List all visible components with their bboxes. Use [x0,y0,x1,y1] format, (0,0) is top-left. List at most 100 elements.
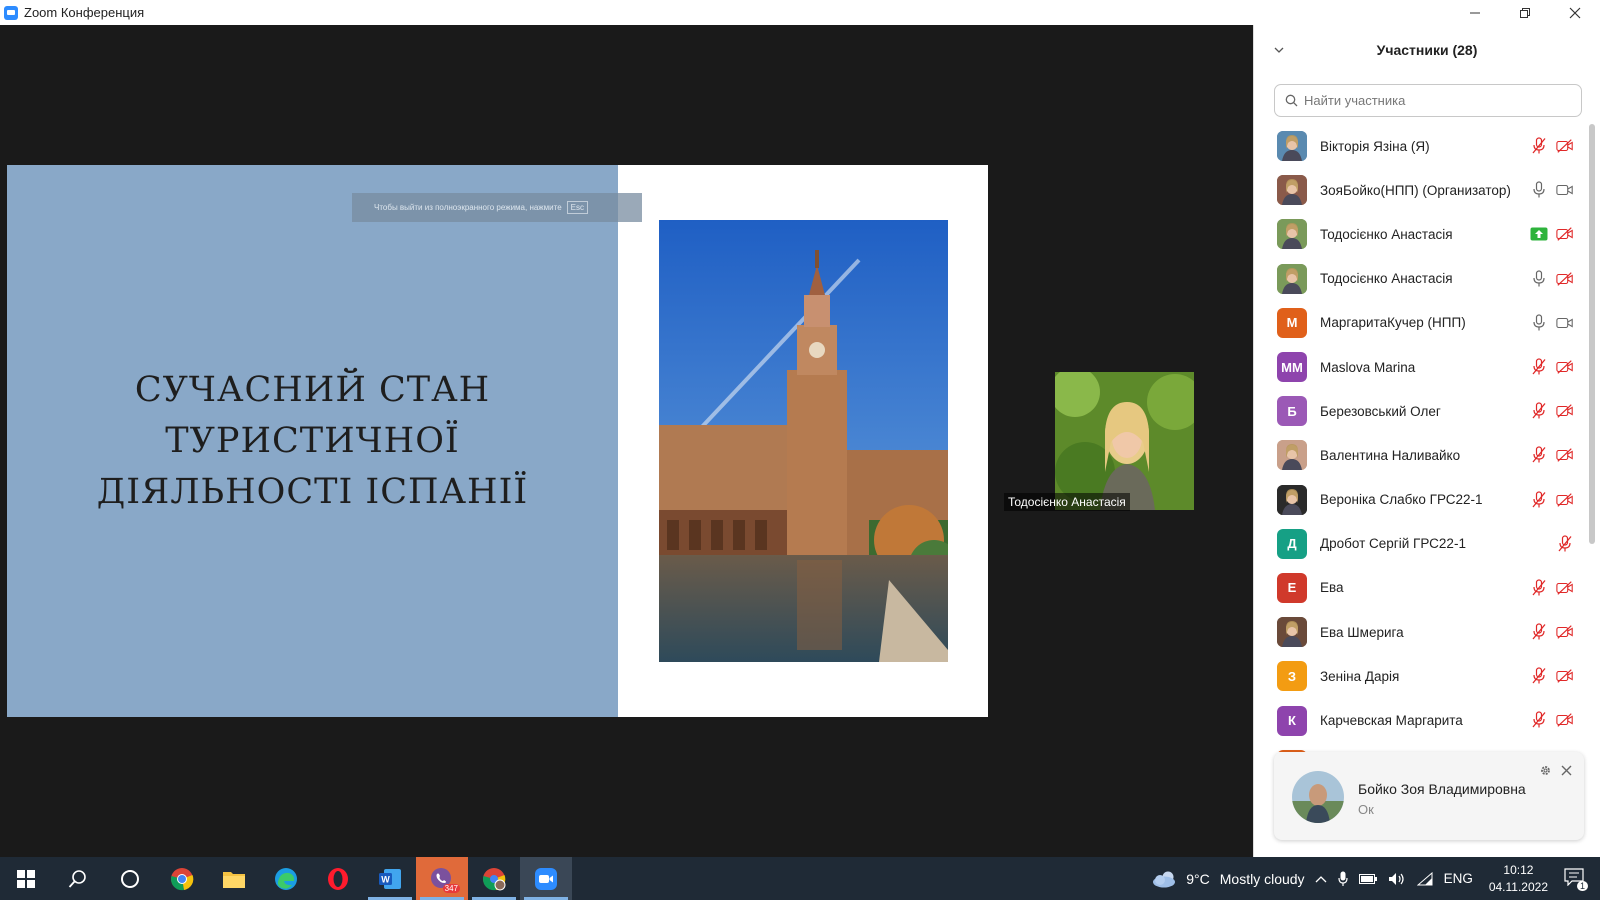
notification-close-button[interactable] [1561,763,1572,779]
participant-mic-status [1530,402,1548,420]
windows-logo-icon [17,869,35,888]
mic-muted-icon [1532,623,1546,640]
window-controls [1450,0,1600,25]
participant-row[interactable]: Ева Шмерига [1254,610,1584,654]
participant-avatar: Д [1277,528,1307,559]
video-off-icon [1556,713,1573,728]
share-screen-icon [1530,227,1548,241]
participant-row[interactable]: Е Ева [1254,566,1584,610]
notification-sender: Бойко Зоя Владимировна [1358,781,1526,797]
participant-row[interactable]: Б Березовський Олег [1254,389,1584,433]
participant-row[interactable] [1254,743,1584,752]
chat-notification[interactable]: Бойко Зоя Владимировна Ок [1274,752,1584,840]
participant-avatar [1277,131,1307,162]
chevron-up-icon[interactable] [1315,875,1327,883]
participant-row[interactable]: Валентина Наливайко [1254,433,1584,477]
participant-video-tile[interactable] [1055,372,1194,510]
participant-mic-status [1530,269,1548,288]
edge-icon [275,867,297,890]
participant-row[interactable]: М МаргаритаКучер (НПП) [1254,301,1584,345]
video-off-icon [1556,139,1573,153]
search-icon [1285,94,1298,107]
participant-row[interactable]: Вероніка Слабко ГРС22-1 [1254,478,1584,522]
windows-taskbar: W 347 9°C Mostly cloudy ENG 10:12 04.11.… [0,857,1600,900]
participant-mic-status [1530,314,1548,332]
participants-scrollbar[interactable] [1589,124,1595,544]
cortana-button[interactable] [104,857,156,900]
participant-status-icons [1530,389,1574,433]
video-off-icon [1556,404,1573,418]
participant-mic-status [1530,358,1548,376]
taskbar-zoom[interactable] [520,857,572,900]
participant-video-status [1556,225,1574,243]
taskbar-search-button[interactable] [52,857,104,900]
participant-avatar: З [1277,661,1307,692]
video-off-icon [1556,448,1573,463]
taskbar-opera[interactable] [312,857,364,900]
chrome-profile-icon [483,867,506,890]
participant-row[interactable]: Тодосієнко Анастасія [1254,212,1584,256]
weather-widget[interactable]: 9°C Mostly cloudy [1152,870,1305,888]
minimize-icon [1470,12,1480,13]
notification-avatar [1292,771,1344,823]
participant-status-icons [1530,433,1574,477]
participant-search-input[interactable] [1304,93,1574,108]
video-tile-name: Тодосієнко Анастасія [1004,493,1130,511]
zoom-icon [535,867,557,890]
taskbar-file-explorer[interactable] [208,857,260,900]
taskbar-chrome-profile[interactable] [468,857,520,900]
participant-video-status [1556,402,1574,420]
minimize-button[interactable] [1450,0,1500,25]
word-icon: W [379,868,401,889]
shared-slide: СУЧАСНИЙ СТАН ТУРИСТИЧНОЇ ДІЯЛЬНОСТІ ІСП… [7,165,988,717]
participant-name: Вікторія Язіна (Я) [1320,138,1430,154]
participant-video-status [1556,270,1574,288]
taskbar-edge[interactable] [260,857,312,900]
participants-header: Участники (28) [1254,25,1600,75]
speaker-icon[interactable] [1388,872,1406,886]
participant-row[interactable]: Тодосієнко Анастасія [1254,257,1584,301]
participant-status-icons [1530,610,1574,654]
participant-row[interactable]: Д Дробот Сергій ГРС22-1 [1254,522,1584,566]
participant-mic-status [1530,181,1548,199]
battery-icon[interactable] [1358,873,1377,884]
participant-name: Березовський Олег [1320,403,1441,419]
participant-avatar [1277,484,1307,515]
taskbar-viber[interactable]: 347 [416,857,468,900]
participant-name: Maslova Marina [1320,359,1416,375]
close-window-button[interactable] [1550,0,1600,25]
participant-video-status [1556,181,1574,199]
participant-row[interactable]: MM Maslova Marina [1254,345,1584,389]
participant-name: ЗояБойко(НПП) (Организатор) [1320,182,1511,198]
participant-mic-status [1530,490,1548,509]
taskbar-word[interactable]: W [364,857,416,900]
gear-icon [1541,766,1550,775]
action-center-button[interactable]: 1 [1564,868,1588,891]
participant-row[interactable]: Вікторія Язіна (Я) [1254,124,1584,168]
notification-settings-button[interactable] [1539,764,1552,780]
participant-mic-status [1530,579,1548,597]
video-off-icon [1556,360,1573,374]
participant-avatar [1277,440,1307,471]
zoom-app-icon [4,5,18,20]
participant-row[interactable]: ЗояБойко(НПП) (Организатор) [1254,168,1584,212]
participant-status-icons [1530,124,1574,168]
participant-search[interactable] [1274,84,1582,117]
participant-status-icons [1530,566,1574,610]
taskbar-clock[interactable]: 10:12 04.11.2022 [1489,862,1548,896]
taskbar-chrome[interactable] [156,857,208,900]
microphone-icon[interactable] [1337,871,1348,887]
input-language[interactable]: ENG [1444,871,1473,886]
start-button[interactable] [0,857,52,900]
participant-row[interactable]: К Карчевская Маргарита [1254,698,1584,742]
mic-muted-icon [1532,358,1546,375]
wifi-icon[interactable] [1416,871,1433,886]
participant-row[interactable]: З Зеніна Дарія [1254,654,1584,698]
participant-video-status [1556,711,1574,729]
video-off-icon [1556,581,1573,595]
participant-mic-status [1530,225,1548,243]
collapse-panel-button[interactable] [1270,41,1288,59]
restore-button[interactable] [1500,0,1550,25]
participant-video-status [1556,137,1574,155]
participant-mic-status [1530,667,1548,685]
